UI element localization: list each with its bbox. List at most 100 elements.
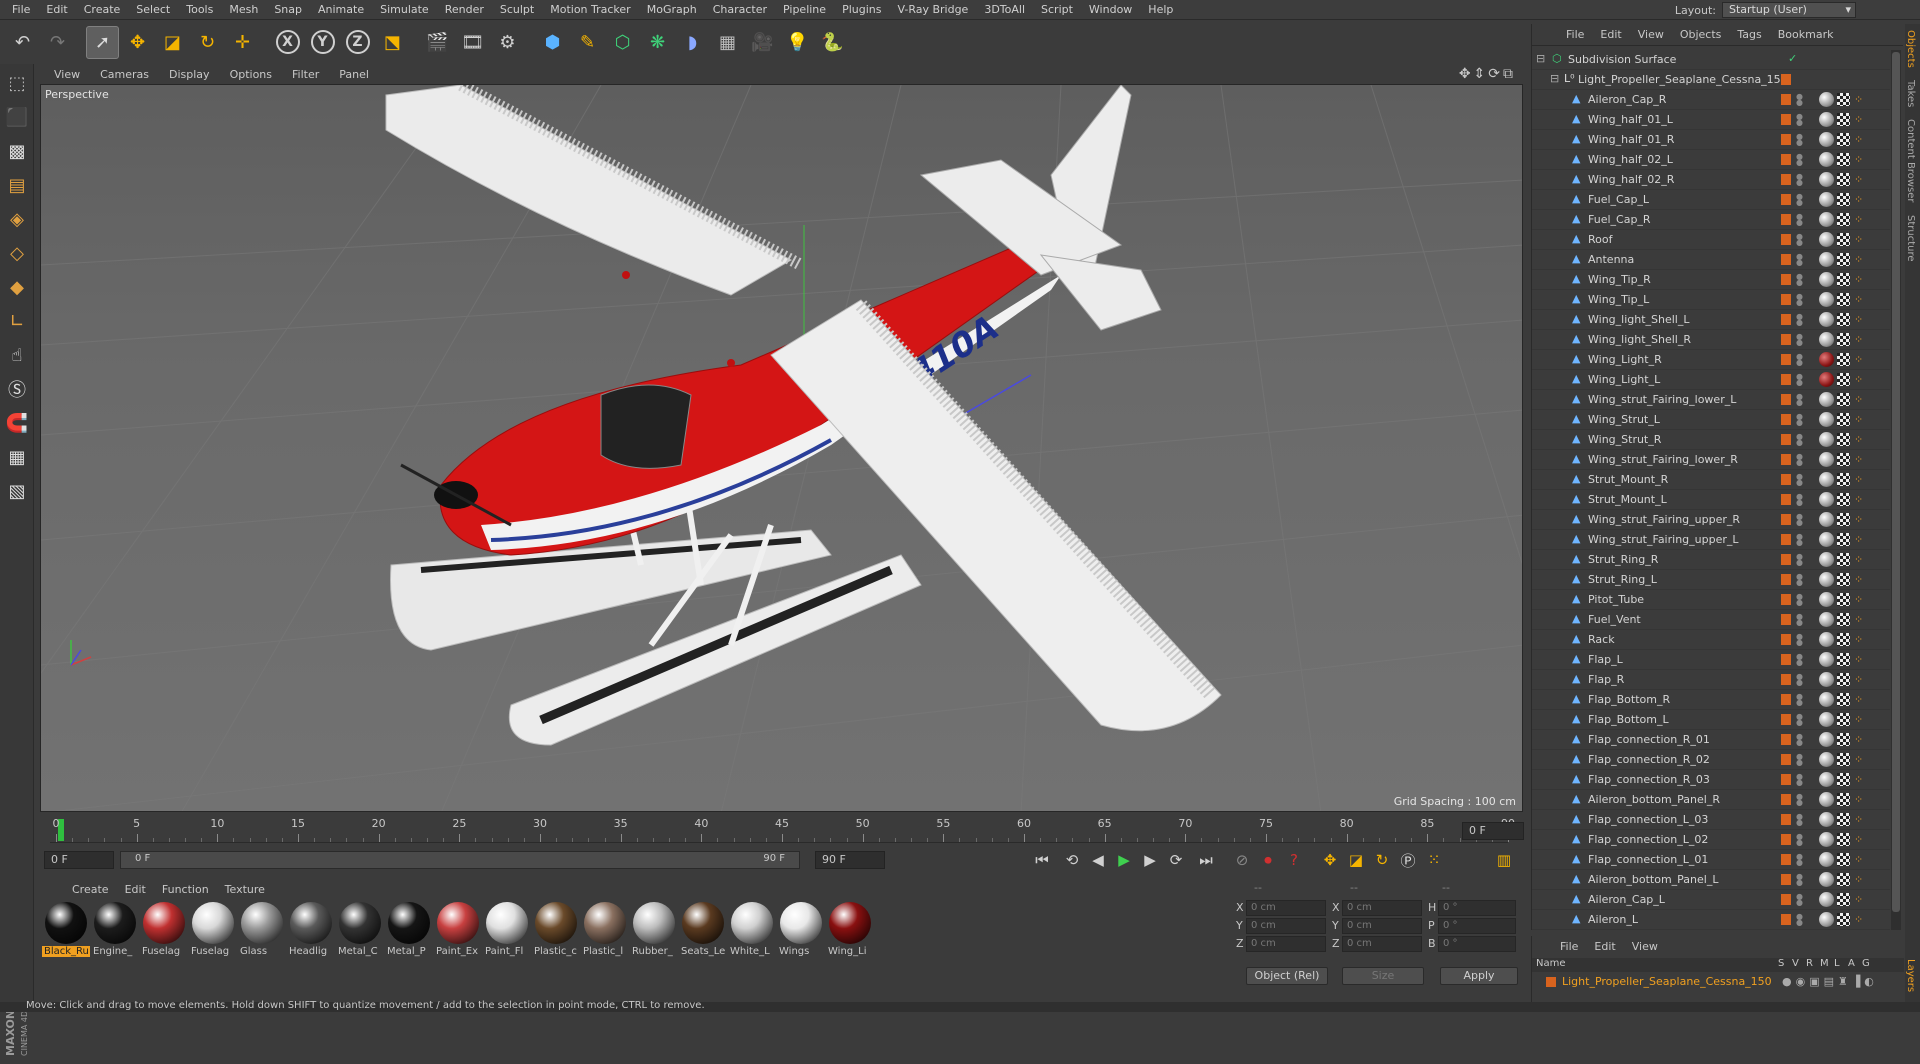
material-swatch[interactable]: Paint_Ex	[434, 900, 482, 1000]
visibility-dots-icon[interactable]: ● ●	[1796, 733, 1803, 747]
texture-tag-icon[interactable]	[1837, 273, 1850, 286]
menu-motion-tracker[interactable]: Motion Tracker	[542, 0, 638, 20]
object-manager-scrollbar[interactable]	[1891, 50, 1901, 930]
material-tag-icon[interactable]	[1819, 732, 1834, 747]
select-arrow-icon[interactable]: ➚	[86, 25, 119, 59]
visibility-dots-icon[interactable]: ● ●	[1796, 913, 1803, 927]
phong-tag-icon[interactable]: ⁘	[1854, 893, 1868, 907]
texture-tag-icon[interactable]	[1837, 873, 1850, 886]
material-swatch[interactable]: Glass	[238, 900, 286, 1000]
material-tag-icon[interactable]	[1819, 412, 1834, 427]
menu-pipeline[interactable]: Pipeline	[775, 0, 834, 20]
material-tag-icon[interactable]	[1819, 392, 1834, 407]
texture-tag-icon[interactable]	[1837, 653, 1850, 666]
visibility-dots-icon[interactable]: ● ●	[1796, 353, 1803, 367]
phong-tag-icon[interactable]: ⁘	[1854, 533, 1868, 547]
layer-toggle-icons[interactable]: ●◉▣▤♜▐◐	[1782, 975, 1878, 988]
menu-window[interactable]: Window	[1081, 0, 1140, 20]
texture-tag-icon[interactable]	[1837, 193, 1850, 206]
texture-tag-icon[interactable]	[1837, 373, 1850, 386]
undo-icon[interactable]: ↶	[6, 26, 39, 59]
material-swatch[interactable]: Headlig	[287, 900, 335, 1000]
size-mode-dropdown[interactable]: Size	[1342, 967, 1424, 985]
planar-workplane-icon[interactable]: ▧	[2, 476, 32, 506]
collapse-icon[interactable]: ⊟	[1550, 73, 1562, 85]
phong-tag-icon[interactable]: ⁘	[1854, 593, 1868, 607]
visibility-dots-icon[interactable]: ● ●	[1796, 633, 1803, 647]
object-row[interactable]: ▲ Wing_Tip_R ● ● ⁘	[1532, 270, 1890, 290]
material-tag-icon[interactable]	[1819, 632, 1834, 647]
texture-tag-icon[interactable]	[1837, 833, 1850, 846]
key-position-icon[interactable]: ✥	[1318, 848, 1342, 872]
coordinate-input[interactable]: 0 cm	[1342, 900, 1422, 916]
object-row[interactable]: ▲ Fuel_Cap_L ● ● ⁘	[1532, 190, 1890, 210]
visibility-dots-icon[interactable]: ● ●	[1796, 233, 1803, 247]
visibility-dots-icon[interactable]: ● ●	[1796, 573, 1803, 587]
side-tab-content-browser[interactable]: Content Browser	[1905, 113, 1916, 208]
material-swatch[interactable]: Fuselag	[189, 900, 237, 1000]
redo-icon[interactable]: ↷	[41, 26, 74, 59]
phong-tag-icon[interactable]: ⁘	[1854, 573, 1868, 587]
tweak-mode-icon[interactable]: ☝	[2, 340, 32, 370]
menu-create[interactable]: Create	[76, 0, 129, 20]
object-row[interactable]: ▲ Wing_Light_R ● ● ⁘	[1532, 350, 1890, 370]
phong-tag-icon[interactable]: ⁘	[1854, 353, 1868, 367]
texture-tag-icon[interactable]	[1837, 613, 1850, 626]
render-picture-viewer-icon[interactable]: 🎞	[456, 26, 489, 59]
z-axis-lock-icon[interactable]: Z	[341, 26, 374, 59]
collapse-icon[interactable]: ⊟	[1536, 53, 1548, 65]
object-row[interactable]: ▲ Fuel_Cap_R ● ● ⁘	[1532, 210, 1890, 230]
menu-mesh[interactable]: Mesh	[221, 0, 266, 20]
texture-tag-icon[interactable]	[1837, 733, 1850, 746]
phong-tag-icon[interactable]: ⁘	[1854, 553, 1868, 567]
menu-sculpt[interactable]: Sculpt	[492, 0, 542, 20]
lock-workplane-icon[interactable]: ▦	[2, 442, 32, 472]
key-rotation-icon[interactable]: ↻	[1370, 848, 1394, 872]
menu-snap[interactable]: Snap	[266, 0, 310, 20]
enabled-check-icon[interactable]: ✓	[1788, 53, 1800, 65]
visibility-dots-icon[interactable]: ● ●	[1796, 333, 1803, 347]
texture-tag-icon[interactable]	[1837, 233, 1850, 246]
coordinate-input[interactable]: 0 cm	[1246, 918, 1326, 934]
material-tag-icon[interactable]	[1819, 132, 1834, 147]
texture-tag-icon[interactable]	[1837, 253, 1850, 266]
visibility-dots-icon[interactable]: ● ●	[1796, 833, 1803, 847]
coordinate-system-icon[interactable]: ⬔	[376, 26, 409, 59]
material-tag-icon[interactable]	[1819, 492, 1834, 507]
visibility-dots-icon[interactable]: ● ●	[1796, 753, 1803, 767]
side-tab-layers[interactable]: Layers	[1905, 953, 1916, 998]
visibility-dots-icon[interactable]: ● ●	[1796, 193, 1803, 207]
menu-help[interactable]: Help	[1140, 0, 1181, 20]
texture-tag-icon[interactable]	[1837, 793, 1850, 806]
material-swatch[interactable]: Wings	[777, 900, 825, 1000]
layer-name[interactable]: Light_Propeller_Seaplane_Cessna_150	[1562, 975, 1772, 988]
object-row[interactable]: ▲ Strut_Ring_R ● ● ⁘	[1532, 550, 1890, 570]
texture-tag-icon[interactable]	[1837, 593, 1850, 606]
object-row[interactable]: ▲ Strut_Mount_L ● ● ⁘	[1532, 490, 1890, 510]
x-axis-lock-icon[interactable]: X	[271, 26, 304, 59]
material-tag-icon[interactable]	[1819, 152, 1834, 167]
axis-mode-icon[interactable]: ∟	[2, 306, 32, 336]
key-pla-icon[interactable]: ⁙	[1422, 848, 1446, 872]
texture-tag-icon[interactable]	[1837, 573, 1850, 586]
material-tag-icon[interactable]	[1819, 332, 1834, 347]
material-swatch[interactable]: Black_Ru	[42, 900, 90, 1000]
viewport-navigation-icons[interactable]: ✥⇕⟳⧉	[1459, 66, 1516, 82]
material-tag-icon[interactable]	[1819, 692, 1834, 707]
visibility-dots-icon[interactable]: ● ●	[1796, 653, 1803, 667]
phong-tag-icon[interactable]: ⁘	[1854, 713, 1868, 727]
phong-tag-icon[interactable]: ⁘	[1854, 173, 1868, 187]
object-row[interactable]: ▲ Flap_connection_L_01 ● ● ⁘	[1532, 850, 1890, 870]
edit-render-settings-icon[interactable]: ⚙	[491, 26, 524, 59]
material-tag-icon[interactable]	[1819, 552, 1834, 567]
phong-tag-icon[interactable]: ⁘	[1854, 373, 1868, 387]
phong-tag-icon[interactable]: ⁘	[1854, 753, 1868, 767]
material-tag-icon[interactable]	[1819, 812, 1834, 827]
viewport-menu-display[interactable]: Display	[159, 68, 220, 81]
object-row[interactable]: ▲ Flap_connection_R_02 ● ● ⁘	[1532, 750, 1890, 770]
phong-tag-icon[interactable]: ⁘	[1854, 693, 1868, 707]
phong-tag-icon[interactable]: ⁘	[1854, 113, 1868, 127]
texture-tag-icon[interactable]	[1837, 813, 1850, 826]
phong-tag-icon[interactable]: ⁘	[1854, 273, 1868, 287]
material-tag-icon[interactable]	[1819, 592, 1834, 607]
